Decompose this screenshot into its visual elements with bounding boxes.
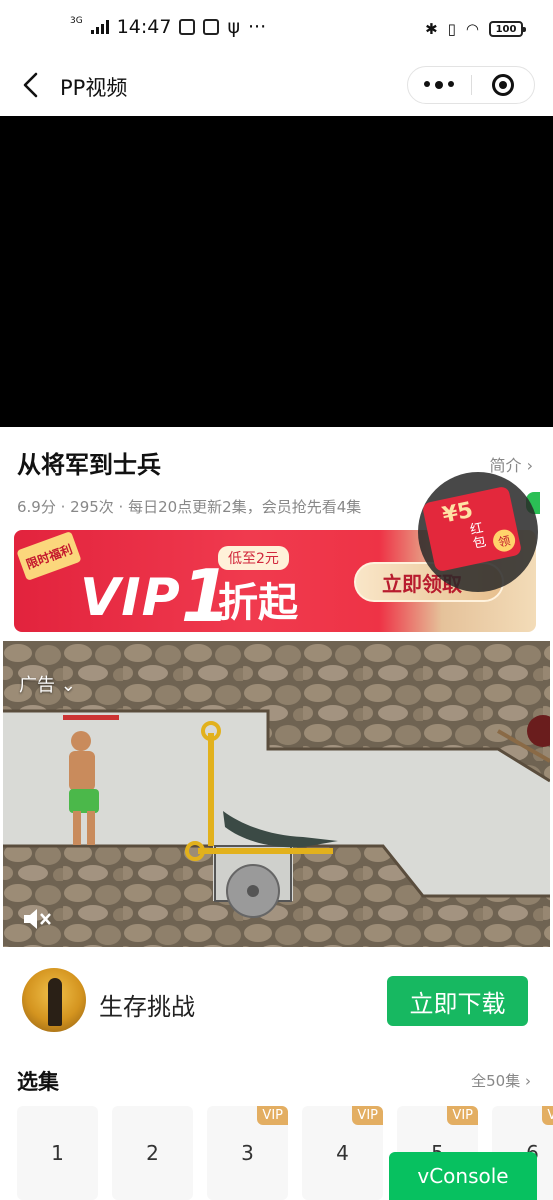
ad-banner[interactable]: 广告 ⌄: [3, 641, 550, 947]
chevron-down-icon: ⌄: [55, 675, 76, 696]
ad-label[interactable]: 广告 ⌄: [19, 671, 76, 697]
episodes-header: 选集: [17, 1070, 59, 1094]
signal-icon: [90, 20, 109, 34]
vip-badge: VIP: [542, 1106, 553, 1125]
back-icon[interactable]: [20, 70, 44, 100]
intro-link[interactable]: 简介 ›: [489, 452, 533, 476]
vconsole-button[interactable]: vConsole: [389, 1152, 537, 1200]
close-target-icon: [491, 74, 514, 96]
chevron-right-icon: ›: [526, 456, 533, 475]
notification-icon: [179, 19, 196, 35]
network-type: 3G: [70, 16, 83, 26]
red-packet-claim: 领: [491, 527, 518, 554]
mute-icon[interactable]: [21, 905, 53, 933]
app-download-row: 生存挑战 立即下载: [0, 960, 553, 1040]
vip-badge: VIP: [447, 1106, 478, 1125]
battery-icon: 100: [489, 21, 526, 37]
episode-item[interactable]: 1: [17, 1106, 98, 1200]
red-packet-label: 红包: [468, 520, 488, 552]
discount-text: 折起: [218, 580, 298, 626]
nav-bar: PP视频: [0, 58, 553, 116]
clock: 14:47: [116, 16, 172, 38]
close-mini-program-button[interactable]: [472, 74, 535, 96]
mini-program-capsule: [407, 66, 535, 104]
download-button[interactable]: 立即下载: [387, 976, 528, 1026]
show-meta: 6.9分 · 295次 · 每日20点更新2集，会员抢先看4集: [17, 498, 362, 516]
intro-label: 简介: [489, 456, 522, 475]
bluetooth-icon: ✱: [425, 20, 438, 38]
more-notifications-icon: ···: [248, 16, 267, 38]
show-title: 从将军到士兵: [17, 451, 161, 479]
wifi-icon: ◠: [465, 20, 479, 38]
chevron-right-icon: ›: [525, 1072, 531, 1090]
limited-offer-tag: 限时福利: [16, 531, 82, 581]
health-bar: [63, 715, 119, 720]
app-notification-icon: [203, 19, 220, 35]
vip-badge: VIP: [352, 1106, 383, 1125]
all-episodes-link[interactable]: 全50集 ›: [471, 1070, 531, 1091]
low-price-badge: 低至2元: [218, 546, 289, 570]
vip-text: VIP: [80, 568, 181, 628]
episode-item[interactable]: 3 VIP: [207, 1106, 288, 1200]
usb-icon: ψ: [227, 16, 241, 38]
app-name: 生存挑战: [99, 993, 195, 1021]
video-player[interactable]: [0, 116, 553, 427]
ad-game-scene: [3, 641, 550, 947]
page-title: PP视频: [60, 76, 128, 100]
vibrate-icon: ▯: [447, 20, 456, 38]
app-avatar[interactable]: [22, 968, 86, 1032]
all-episodes-label: 全50集: [471, 1072, 521, 1090]
episode-item[interactable]: 4 VIP: [302, 1106, 383, 1200]
more-icon[interactable]: [408, 81, 471, 89]
red-packet-icon: ¥5 红包 领: [421, 485, 523, 573]
vip-badge: VIP: [257, 1106, 288, 1125]
vip-headline: VIP1: [80, 548, 232, 632]
episode-item[interactable]: 2: [112, 1106, 193, 1200]
red-packet-float[interactable]: ¥5 红包 领: [418, 472, 538, 592]
status-bar: 3G 14:47 ψ ··· ✱ ▯ ◠ 100: [0, 0, 553, 58]
